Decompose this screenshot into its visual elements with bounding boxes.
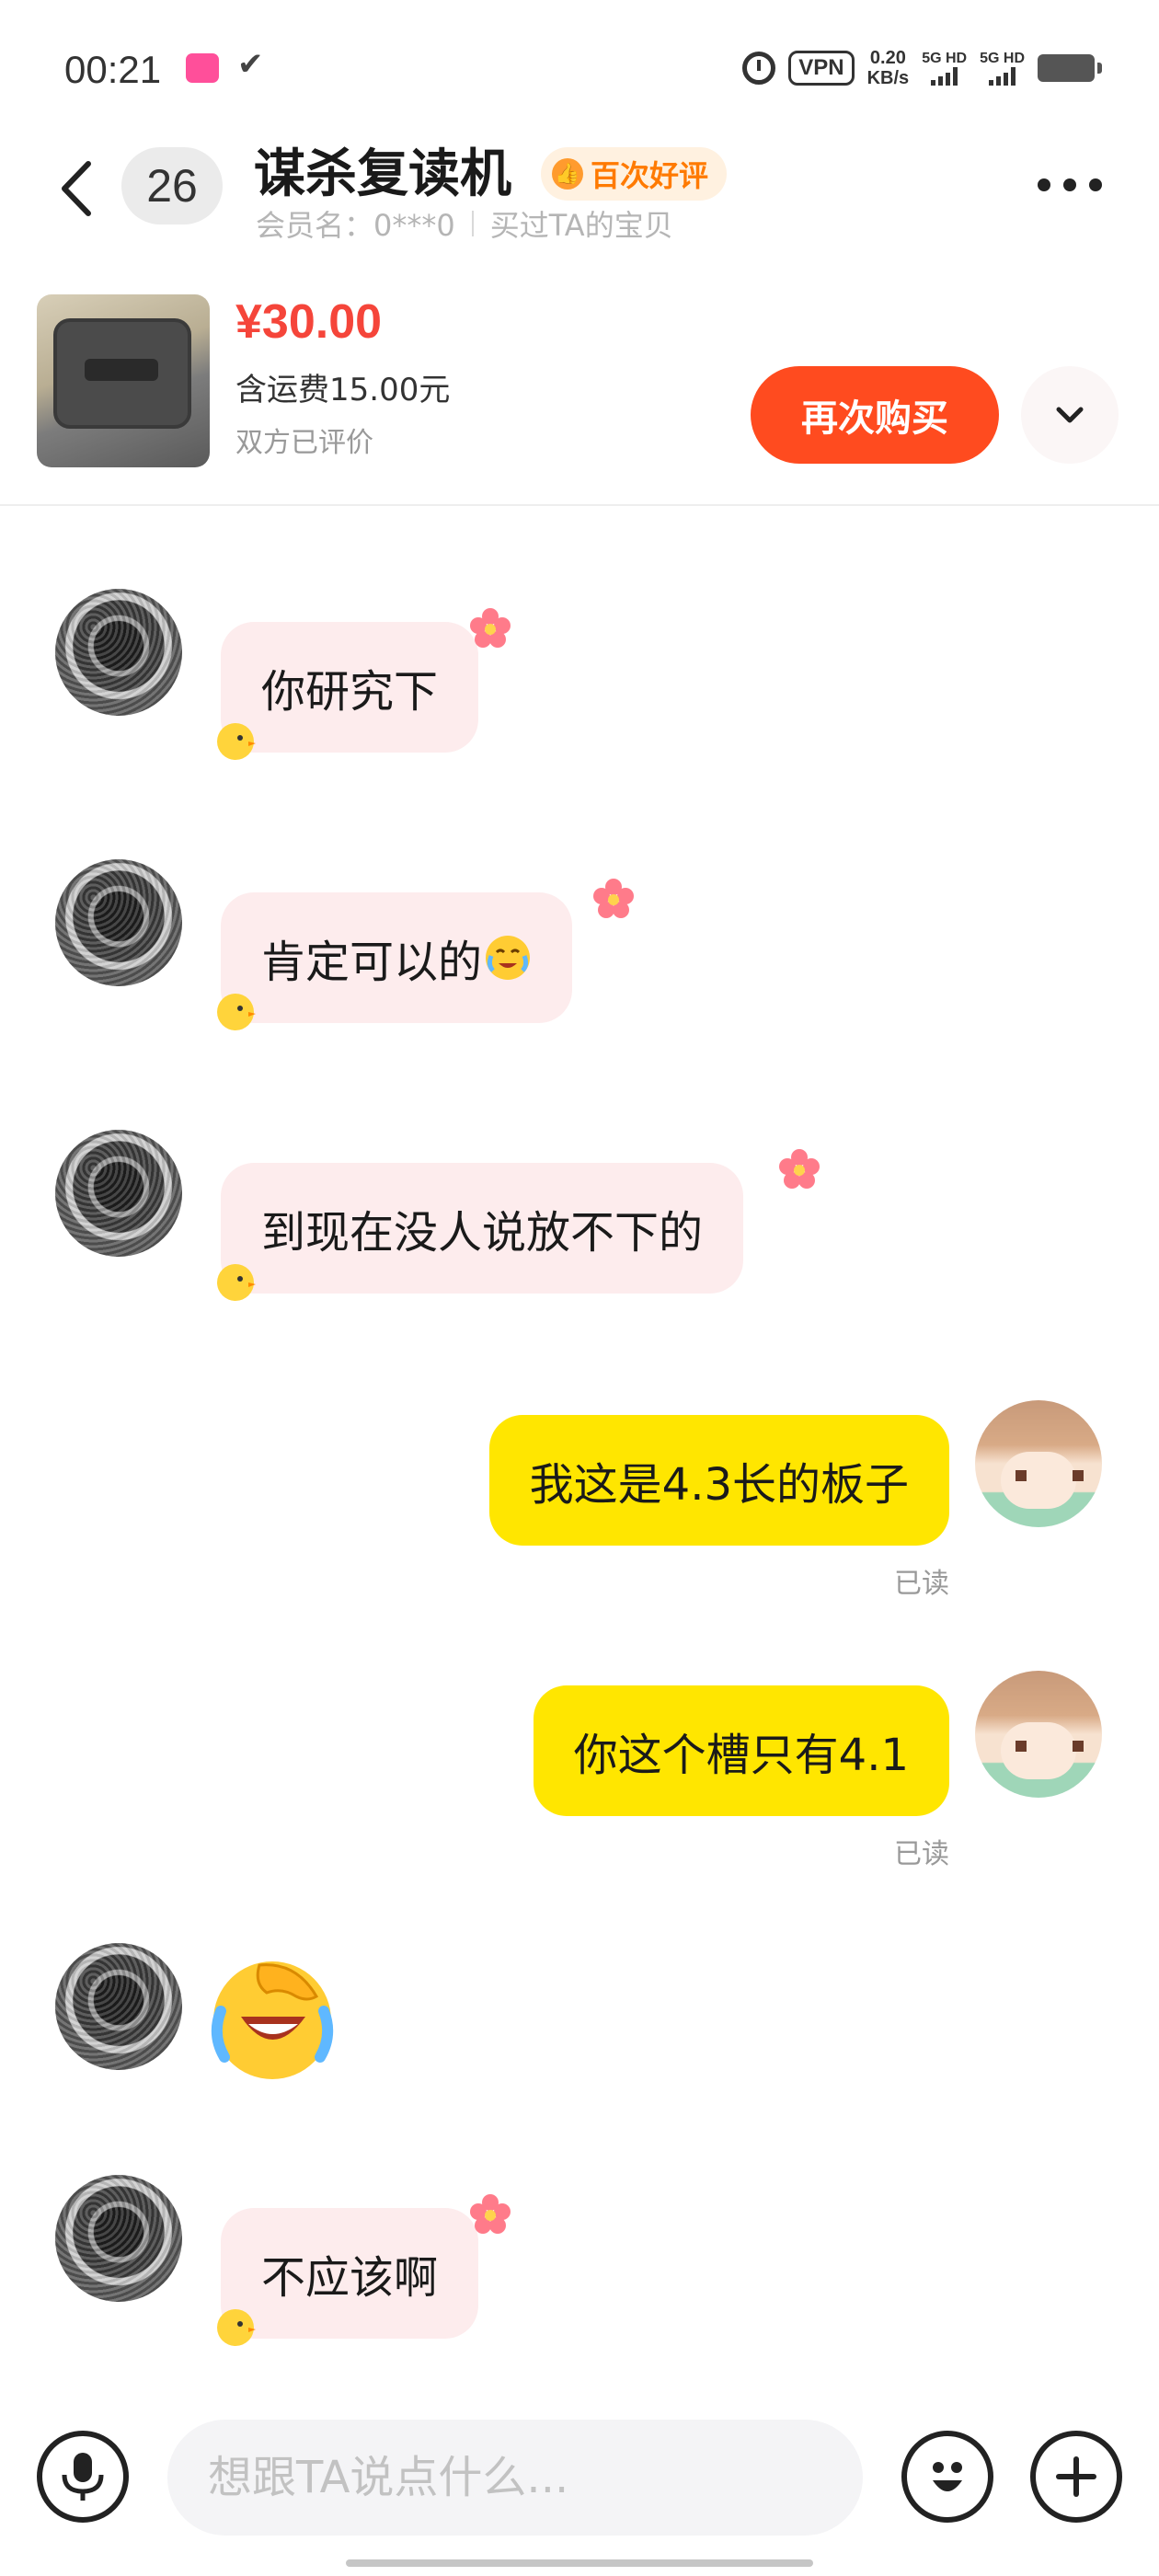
battery-icon	[1038, 54, 1102, 82]
back-button[interactable]	[48, 156, 112, 221]
emoji-button[interactable]	[901, 2431, 993, 2523]
chevron-left-icon	[62, 161, 91, 216]
message-text: 肯定可以的	[261, 937, 483, 988]
signal-indicator-2: 5G HD	[980, 51, 1025, 86]
contact-avatar[interactable]	[55, 1943, 182, 2070]
check-icon: ✔	[237, 46, 264, 83]
flower-icon	[470, 608, 511, 648]
message-input-bar	[0, 2410, 1159, 2539]
page-title[interactable]: 谋杀复读机	[254, 138, 511, 212]
network-speed-unit: KB/s	[866, 68, 910, 88]
message-bubble-sent[interactable]: 我这是4.3长的板子	[488, 1415, 949, 1546]
alarm-icon	[742, 52, 776, 85]
message-bubble-sent[interactable]: 你这个槽只有4.1	[533, 1685, 949, 1816]
review-status: 双方已评价	[235, 427, 373, 459]
microphone-icon	[62, 2453, 104, 2501]
more-options-button[interactable]	[1038, 178, 1102, 191]
expand-button[interactable]	[1021, 366, 1119, 464]
read-receipt: 已读	[894, 1838, 949, 1870]
more-actions-button[interactable]	[1030, 2431, 1122, 2523]
signal-bars-icon	[989, 67, 1016, 86]
message-bubble-received[interactable]: 肯定可以的	[221, 892, 573, 1023]
shipping-fee: 含运费15.00元	[235, 372, 451, 408]
status-bar: 00:21 ✔ VPN 0.20 KB/s 5G HD 5G HD	[0, 0, 1159, 138]
buy-again-button[interactable]: 再次购买	[751, 366, 999, 464]
thumbs-up-icon: 👍	[552, 158, 583, 190]
status-indicators: VPN 0.20 KB/s 5G HD 5G HD	[742, 48, 1102, 88]
crying-emoji-icon	[486, 936, 531, 980]
signal-bars-icon	[931, 67, 958, 86]
message-input[interactable]	[167, 2420, 863, 2536]
member-info: 会员名：0***0 买过TA的宝贝	[256, 202, 673, 245]
contact-avatar[interactable]	[55, 859, 182, 986]
message-text: 你这个槽只有4.1	[573, 1730, 909, 1781]
network-speed-value: 0.20	[869, 48, 906, 68]
product-thumbnail[interactable]	[37, 294, 210, 467]
unread-count-badge[interactable]: 26	[121, 147, 223, 224]
member-name: 会员名：0***0	[256, 208, 455, 243]
chevron-down-icon	[1056, 407, 1084, 423]
contact-avatar[interactable]	[55, 1130, 182, 1257]
message-text: 你研究下	[261, 666, 439, 718]
flower-icon	[593, 879, 634, 918]
plus-icon	[1056, 2456, 1096, 2497]
message-text: 到现在没人说放不下的	[261, 1207, 704, 1259]
facepalm-crying-emoji[interactable]	[208, 1956, 337, 2085]
chat-header: 26 谋杀复读机 👍 百次好评 会员名：0***0 买过TA的宝贝	[0, 138, 1159, 285]
rating-badge: 👍 百次好评	[541, 147, 728, 201]
my-avatar[interactable]	[975, 1671, 1102, 1798]
more-dot-icon	[1063, 178, 1076, 191]
network-speed: 0.20 KB/s	[867, 48, 910, 88]
status-time: 00:21	[64, 48, 162, 91]
chick-icon	[217, 2309, 256, 2346]
signal-label-1: 5G HD	[922, 51, 968, 66]
product-price: ¥30.00	[235, 295, 383, 349]
signal-label-2: 5G HD	[980, 51, 1025, 66]
rating-badge-label: 百次好评	[591, 158, 709, 193]
message-bubble-received[interactable]: 到现在没人说放不下的	[221, 1163, 744, 1294]
my-avatar[interactable]	[975, 1400, 1102, 1527]
flower-icon	[779, 1149, 820, 1189]
chick-icon	[217, 1264, 256, 1301]
more-dot-icon	[1038, 178, 1050, 191]
voice-input-button[interactable]	[37, 2431, 129, 2523]
chick-icon	[217, 723, 256, 760]
app-notification-icon	[186, 53, 219, 83]
divider	[471, 211, 474, 236]
read-receipt: 已读	[894, 1568, 949, 1600]
more-dot-icon	[1089, 178, 1102, 191]
product-card[interactable]: ¥30.00 含运费15.00元 双方已评价 再次购买	[0, 285, 1159, 506]
contact-avatar[interactable]	[55, 2175, 182, 2302]
home-indicator[interactable]	[346, 2559, 813, 2567]
vpn-badge: VPN	[788, 51, 855, 86]
signal-indicator-1: 5G HD	[922, 51, 967, 86]
message-bubble-received[interactable]: 你研究下	[221, 622, 479, 753]
flower-icon	[470, 2194, 511, 2234]
smiley-icon	[933, 2462, 962, 2491]
bought-items-link[interactable]: 买过TA的宝贝	[490, 202, 673, 245]
message-bubble-received[interactable]: 不应该啊	[221, 2208, 479, 2339]
contact-avatar[interactable]	[55, 589, 182, 716]
chick-icon	[217, 994, 256, 1030]
message-text: 不应该啊	[261, 2252, 439, 2304]
message-text: 我这是4.3长的板子	[529, 1459, 909, 1511]
